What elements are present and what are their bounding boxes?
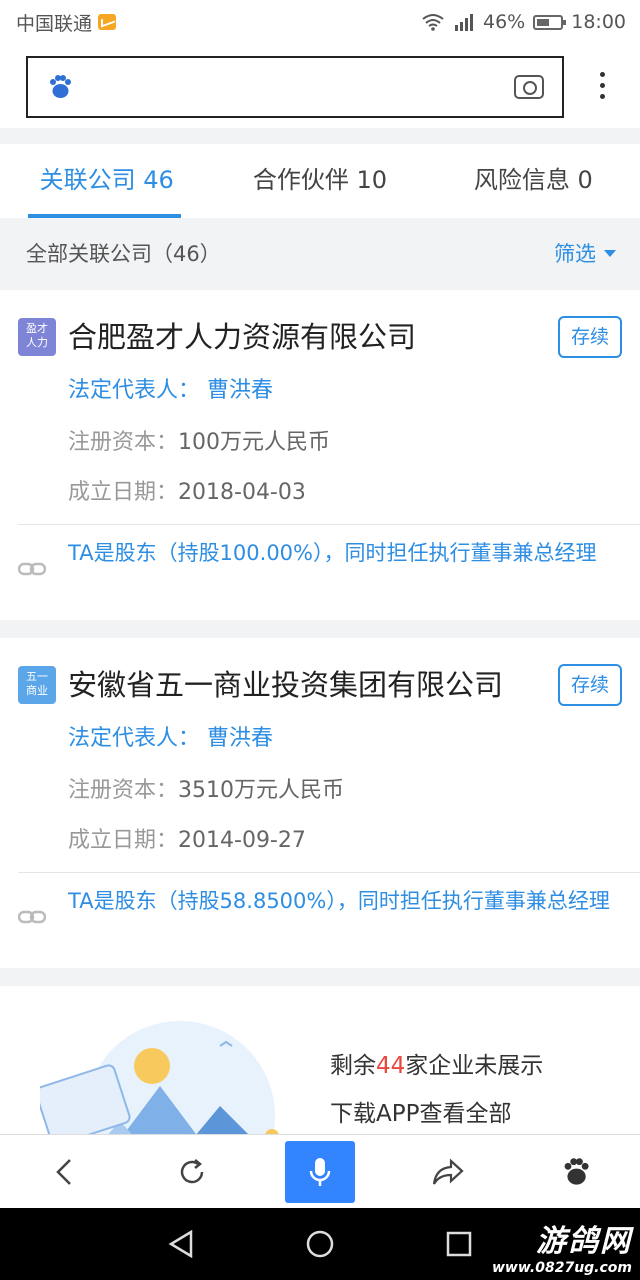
company-name[interactable]: 安徽省五一商业投资集团有限公司	[68, 662, 503, 704]
result-summary: 全部关联公司（46）	[26, 242, 221, 266]
browser-toolbar	[0, 1134, 640, 1208]
battery-icon	[533, 14, 567, 30]
signal-icon	[455, 14, 473, 31]
registered-capital: 注册资本：100万元人民币	[68, 430, 331, 455]
filter-button[interactable]: 筛选	[554, 238, 616, 268]
status-badge: 存续	[558, 664, 622, 706]
nav-back-icon[interactable]	[167, 1229, 195, 1259]
founded-date: 成立日期：2014-09-27	[68, 828, 306, 853]
divider	[18, 524, 640, 525]
company-name[interactable]: 合肥盈才人力资源有限公司	[68, 314, 416, 356]
filter-label: 筛选	[554, 242, 596, 266]
more-menu-icon[interactable]	[600, 72, 606, 99]
baidu-paw-icon	[50, 75, 71, 98]
tab-bar: 关联公司 46 合作伙伴 10 风险信息 0	[0, 144, 640, 218]
tab-related-companies[interactable]: 关联公司 46	[0, 144, 213, 218]
legal-representative[interactable]: 法定代表人： 曹洪春	[68, 372, 273, 404]
download-app-promo[interactable]: 剩余44家企业未展示 下载APP查看全部	[0, 986, 640, 1136]
notification-icon	[98, 14, 117, 30]
caret-down-icon	[604, 249, 616, 257]
voice-search-button[interactable]	[285, 1140, 355, 1203]
refresh-button[interactable]	[157, 1141, 227, 1203]
relationship-text: TA是股东（持股100.00%），同时担任执行董事兼总经理	[68, 541, 597, 565]
system-navigation-bar: 游鸽网 www.0827ug.com	[0, 1208, 640, 1280]
status-badge: 存续	[558, 316, 622, 358]
share-button[interactable]	[413, 1141, 483, 1203]
carrier-label: 中国联通	[16, 12, 93, 35]
tab-risk-info[interactable]: 风险信息 0	[427, 144, 640, 218]
status-bar: 中国联通 46% 18:00	[0, 0, 640, 44]
mountain-illustration	[40, 1021, 279, 1136]
site-watermark: 游鸽网 www.0827ug.com	[492, 1224, 632, 1276]
legal-representative[interactable]: 法定代表人： 曹洪春	[68, 720, 273, 752]
search-input[interactable]	[26, 56, 564, 118]
link-icon	[18, 562, 46, 576]
chevron-left-icon	[56, 1158, 71, 1185]
download-app-link[interactable]: 下载APP查看全部	[330, 1094, 511, 1128]
baidu-paw-icon	[564, 1157, 589, 1185]
refresh-icon	[180, 1158, 204, 1183]
founded-date: 成立日期：2018-04-03	[68, 480, 306, 505]
remaining-count-text: 剩余44家企业未展示	[330, 1053, 544, 1079]
camera-icon[interactable]	[514, 75, 544, 99]
nav-recents-icon[interactable]	[445, 1230, 473, 1258]
wifi-icon	[422, 14, 444, 31]
tab-partners[interactable]: 合作伙伴 10	[213, 144, 426, 218]
relationship-text: TA是股东（持股58.8500%），同时担任执行董事兼总经理	[68, 889, 610, 913]
clock: 18:00	[571, 11, 626, 33]
registered-capital: 注册资本：3510万元人民币	[68, 778, 345, 803]
divider	[18, 872, 640, 873]
filter-bar: 全部关联公司（46） 筛选	[0, 218, 640, 288]
back-button[interactable]	[29, 1141, 99, 1203]
company-card[interactable]: 盈才 人力 合肥盈才人力资源有限公司 存续 法定代表人： 曹洪春 注册资本：10…	[0, 290, 640, 620]
nav-home-icon[interactable]	[305, 1229, 335, 1259]
link-icon	[18, 910, 46, 924]
battery-percent: 46%	[483, 11, 526, 33]
company-logo: 盈才 人力	[18, 318, 56, 356]
browser-search-bar	[0, 44, 640, 128]
company-logo: 五一 商业	[18, 666, 56, 704]
baidu-home-button[interactable]	[541, 1141, 611, 1203]
company-card[interactable]: 五一 商业 安徽省五一商业投资集团有限公司 存续 法定代表人： 曹洪春 注册资本…	[0, 638, 640, 968]
share-icon	[432, 1158, 464, 1185]
microphone-icon	[309, 1157, 331, 1186]
